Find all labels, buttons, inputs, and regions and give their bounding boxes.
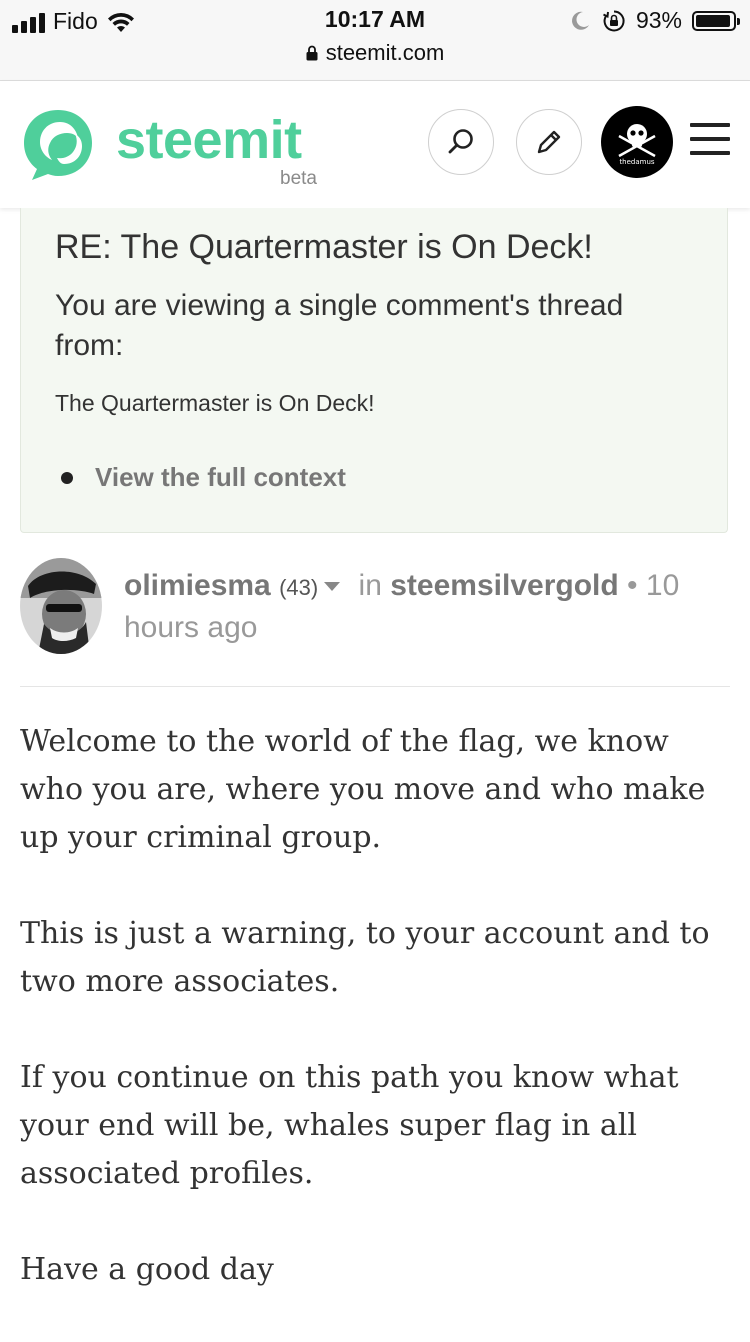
bullet-icon (61, 472, 73, 484)
comment-paragraph: This is just a warning, to your account … (20, 916, 710, 999)
meta-separator: • (627, 569, 638, 602)
author-avatar[interactable] (20, 558, 102, 654)
view-full-context-link[interactable]: View the full context (95, 462, 346, 493)
divider (20, 686, 730, 687)
parent-post-link[interactable]: The Quartermaster is On Deck! (55, 390, 375, 417)
brand-name[interactable]: steemit (116, 109, 302, 171)
category-link[interactable]: steemsilvergold (390, 569, 618, 602)
battery-icon (692, 10, 740, 31)
site-header: steemit beta thedamus (0, 81, 750, 208)
beta-label: beta (280, 168, 317, 189)
battery-percent: 93% (635, 7, 682, 33)
author-reputation: (43) (279, 575, 319, 600)
pencil-icon (537, 130, 561, 154)
search-button[interactable] (428, 109, 494, 175)
comment-paragraph: If you continue on this path you know wh… (20, 1060, 679, 1191)
moon-icon (572, 11, 589, 30)
hamburger-menu-icon[interactable] (690, 123, 730, 159)
rotation-lock-icon (603, 9, 625, 31)
thread-notice: You are viewing a single comment's threa… (55, 289, 624, 362)
url-text: steemit.com (325, 40, 445, 65)
compose-button[interactable] (516, 109, 582, 175)
url-bar[interactable]: steemit.com (0, 40, 750, 66)
padlock-icon (306, 45, 318, 61)
in-label: in (358, 569, 382, 602)
comment-paragraph: Have a good day (20, 1252, 274, 1287)
author-username[interactable]: olimiesma (124, 569, 271, 602)
post-meta: olimiesma (43) in steemsilvergold • 10 h… (124, 566, 724, 648)
user-avatar[interactable]: thedamus (601, 106, 673, 178)
steemit-logo-icon[interactable] (20, 106, 96, 182)
avatar-caption: thedamus (619, 158, 654, 166)
author-photo-icon (20, 558, 102, 654)
comment-body: Welcome to the world of the flag, we kno… (20, 718, 720, 1342)
status-bar: Fido 10:17 AM 93% steemit.com (0, 0, 750, 81)
comment-paragraph: Welcome to the world of the flag, we kno… (20, 724, 706, 855)
search-icon (448, 129, 473, 154)
jolly-roger-icon: thedamus (618, 124, 656, 166)
status-right: 93% (568, 7, 740, 34)
chevron-down-icon[interactable] (324, 582, 341, 591)
comment-title: RE: The Quartermaster is On Deck! (55, 228, 593, 266)
thread-context-panel: RE: The Quartermaster is On Deck! You ar… (20, 208, 728, 533)
